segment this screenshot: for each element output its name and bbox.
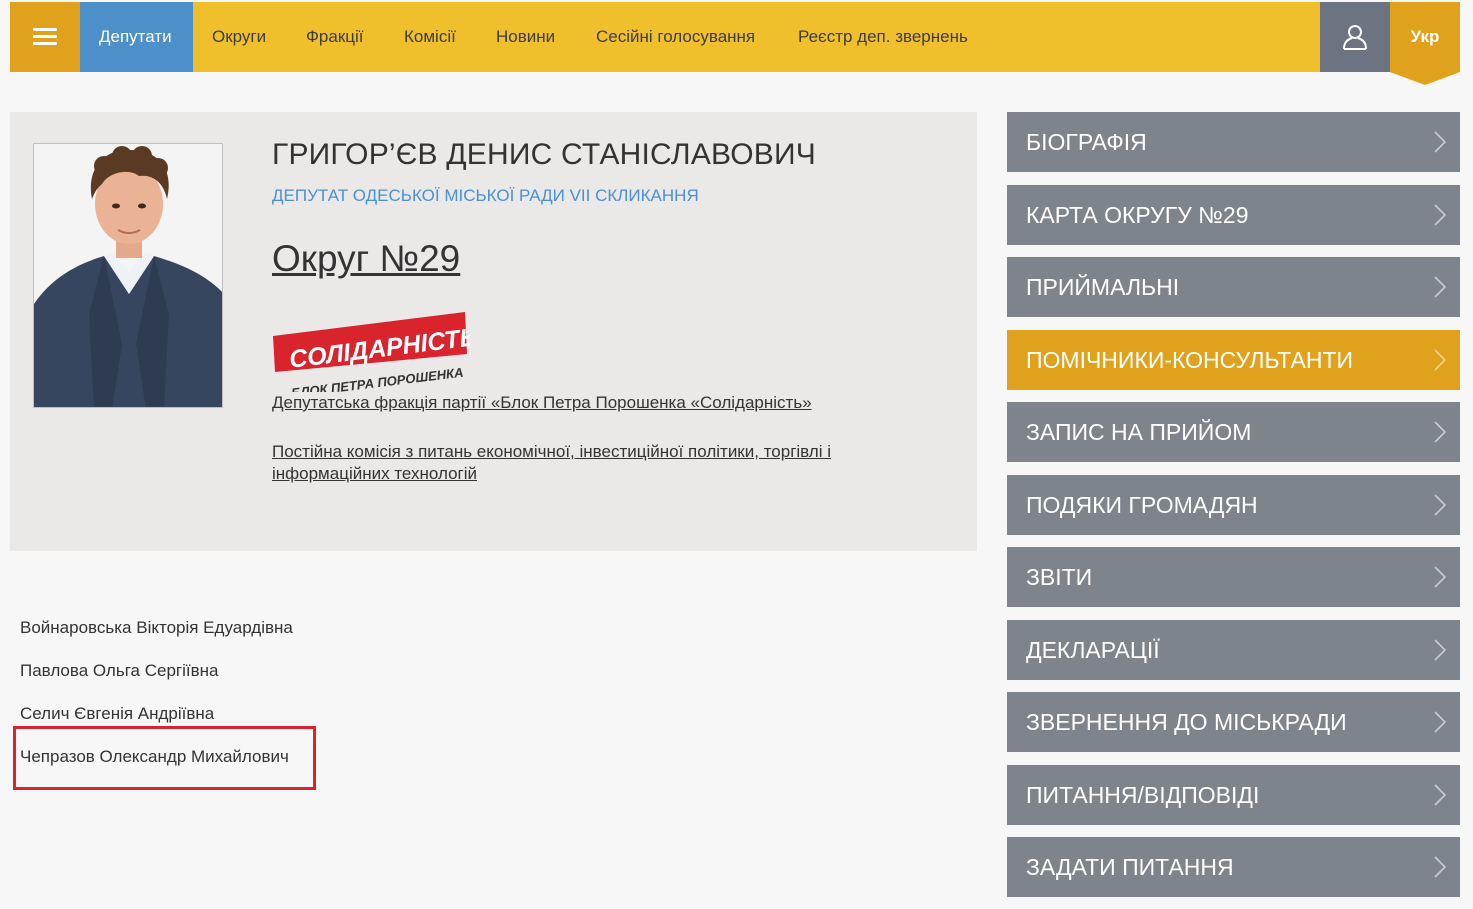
deputy-photo	[33, 143, 223, 408]
deputy-profile-card: ГРИГОР’ЄВ ДЕНИС СТАНІСЛАВОВИЧ ДЕПУТАТ ОД…	[10, 112, 977, 551]
menu-line	[33, 28, 57, 31]
chevron-right-icon	[1434, 711, 1446, 733]
chevron-right-icon	[1434, 494, 1446, 516]
side-menu-label: ЗАДАТИ ПИТАННЯ	[1026, 854, 1234, 880]
party-logo: СОЛІДАРНІСТЬ БЛОК ПЕТРА ПОРОШЕНКА	[270, 308, 479, 401]
chevron-right-icon	[1434, 276, 1446, 298]
side-menu-label: ПОМІЧНИКИ-КОНСУЛЬТАНТИ	[1026, 347, 1354, 373]
nav-item-appeals-registry[interactable]: Реєстр деп. звернень	[779, 2, 987, 72]
assistant-item[interactable]: Селич Євгенія Андріївна	[20, 704, 214, 724]
chevron-right-icon	[1434, 421, 1446, 443]
chevron-right-icon	[1434, 349, 1446, 371]
left-edge	[0, 0, 10, 72]
user-account-button[interactable]	[1320, 2, 1390, 72]
language-switcher-button[interactable]: Укр	[1390, 2, 1460, 72]
side-menu-biography[interactable]: БІОГРАФІЯ	[1007, 112, 1460, 172]
nav-item-session-votes[interactable]: Сесійні голосування	[577, 2, 774, 72]
nav-item-news[interactable]: Новини	[477, 2, 574, 72]
side-menu-label: ДЕКЛАРАЦІЇ	[1026, 637, 1160, 663]
side-menu-council-appeals[interactable]: ЗВЕРНЕННЯ ДО МІСЬКРАДИ	[1007, 692, 1460, 752]
deputy-portrait-image	[34, 144, 222, 407]
menu-line	[33, 35, 57, 38]
side-menu-label: ЗВЕРНЕННЯ ДО МІСЬКРАДИ	[1026, 709, 1347, 735]
commission-link[interactable]: Постійна комісія з питань економічної, і…	[272, 441, 852, 485]
side-menu-label: ЗВІТИ	[1026, 564, 1093, 590]
side-menu-ask-question[interactable]: ЗАДАТИ ПИТАННЯ	[1007, 837, 1460, 897]
chevron-right-icon	[1434, 784, 1446, 806]
side-menu-citizen-thanks[interactable]: ПОДЯКИ ГРОМАДЯН	[1007, 475, 1460, 535]
side-menu-label: БІОГРАФІЯ	[1026, 129, 1147, 155]
deputy-name: ГРИГОР’ЄВ ДЕНИС СТАНІСЛАВОВИЧ	[272, 138, 816, 171]
assistant-item[interactable]: Войнаровська Вікторія Едуардівна	[20, 618, 293, 638]
party-logo-image: СОЛІДАРНІСТЬ БЛОК ПЕТРА ПОРОШЕНКА	[273, 312, 479, 401]
side-menu-label: ЗАПИС НА ПРИЙОМ	[1026, 419, 1252, 445]
nav-item-factions[interactable]: Фракції	[287, 2, 383, 72]
chevron-right-icon	[1434, 131, 1446, 153]
side-menu-appointment[interactable]: ЗАПИС НА ПРИЙОМ	[1007, 402, 1460, 462]
menu-line	[33, 42, 57, 45]
chevron-right-icon	[1434, 204, 1446, 226]
language-tab-tail	[1390, 72, 1460, 85]
nav-item-deputies[interactable]: Депутати	[80, 2, 193, 72]
side-menu-declarations[interactable]: ДЕКЛАРАЦІЇ	[1007, 620, 1460, 680]
nav-item-districts[interactable]: Округи	[193, 2, 285, 72]
chevron-right-icon	[1434, 639, 1446, 661]
side-menu-reception-offices[interactable]: ПРИЙМАЛЬНІ	[1007, 257, 1460, 317]
right-edge	[1460, 0, 1473, 72]
hamburger-menu-icon[interactable]	[10, 2, 80, 72]
side-menu-qa[interactable]: ПИТАННЯ/ВІДПОВІДІ	[1007, 765, 1460, 825]
district-link[interactable]: Округ №29	[272, 238, 460, 280]
side-menu-label: ПОДЯКИ ГРОМАДЯН	[1026, 492, 1258, 518]
side-menu-district-map[interactable]: КАРТА ОКРУГУ №29	[1007, 185, 1460, 245]
faction-link[interactable]: Депутатська фракція партії «Блок Петра П…	[272, 393, 812, 413]
side-menu-label: ПИТАННЯ/ВІДПОВІДІ	[1026, 782, 1260, 808]
chevron-right-icon	[1434, 856, 1446, 878]
side-menu-assistants[interactable]: ПОМІЧНИКИ-КОНСУЛЬТАНТИ	[1007, 330, 1460, 390]
highlight-box	[13, 726, 316, 790]
assistant-item[interactable]: Павлова Ольга Сергіївна	[20, 661, 218, 681]
side-menu-label: КАРТА ОКРУГУ №29	[1026, 202, 1249, 228]
user-icon	[1343, 25, 1367, 50]
nav-item-commissions[interactable]: Комісії	[385, 2, 475, 72]
deputy-subtitle: ДЕПУТАТ ОДЕСЬКОЇ МІСЬКОЇ РАДИ VII СКЛИКА…	[272, 186, 699, 205]
chevron-right-icon	[1434, 566, 1446, 588]
side-menu-reports[interactable]: ЗВІТИ	[1007, 547, 1460, 607]
side-menu-label: ПРИЙМАЛЬНІ	[1026, 274, 1180, 300]
